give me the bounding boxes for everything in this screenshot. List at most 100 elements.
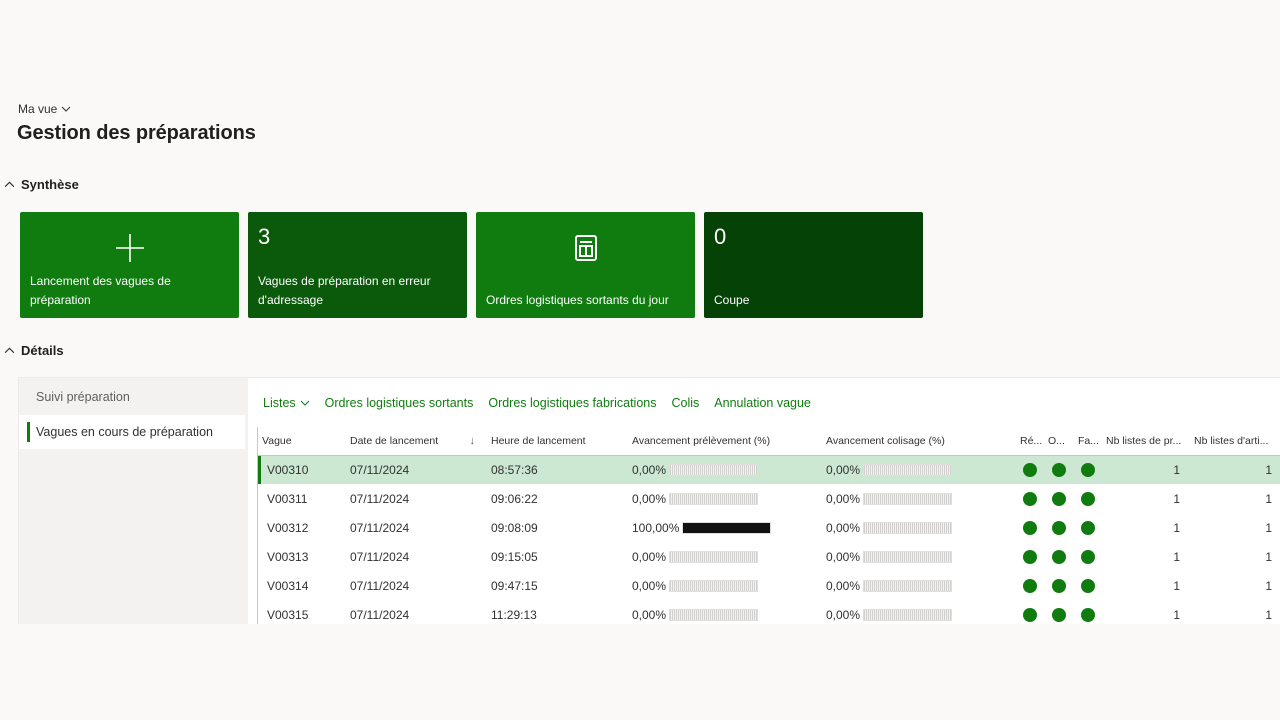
progress-text: 0,00% — [826, 491, 861, 506]
cell-vague[interactable]: V00311 — [258, 484, 346, 513]
column-header-nb-listes[interactable]: Nb listes de pr... — [1102, 427, 1190, 456]
nav-item-vagues-en-cours[interactable]: Vagues en cours de préparation — [19, 415, 245, 449]
page-title: Gestion des préparations — [17, 122, 256, 144]
progress-text: 0,00% — [632, 491, 667, 506]
action-label: Listes — [263, 396, 296, 410]
cell-date: 07/11/2024 — [350, 549, 410, 564]
column-header-heure[interactable]: Heure de lancement — [487, 427, 628, 456]
column-header-nb-articles[interactable]: Nb listes d'arti... — [1190, 427, 1280, 456]
table-row[interactable]: V00313 07/11/2024 09:15:05 0,00% 0,00% 1 1 — [258, 542, 1280, 571]
nav-item-label: Suivi préparation — [36, 390, 130, 404]
cell-nb-listes: 1 — [1173, 520, 1180, 535]
annulation-vague-button[interactable]: Annulation vague — [714, 396, 811, 410]
section-title-synthese: Synthèse — [21, 177, 79, 192]
table-row[interactable]: V00314 07/11/2024 09:47:15 0,00% 0,00% 1 1 — [258, 571, 1280, 600]
column-header-o[interactable]: O... — [1044, 427, 1074, 456]
cell-vague[interactable]: V00310 — [258, 455, 346, 484]
section-title-details: Détails — [21, 343, 64, 358]
cell-prelevement: 0,00% — [628, 455, 822, 484]
cell-status-fa — [1074, 484, 1102, 513]
column-header-vague[interactable]: Vague — [258, 427, 346, 456]
column-header-fa[interactable]: Fa... — [1074, 427, 1102, 456]
status-dot-icon — [1052, 520, 1066, 535]
cell-nb-articles: 1 — [1265, 491, 1272, 506]
section-toggle-details[interactable]: Détails — [4, 343, 64, 358]
progress-text: 0,00% — [826, 520, 861, 535]
cell-status-re — [1016, 484, 1044, 513]
form-icon — [573, 234, 599, 267]
progress-text: 0,00% — [632, 578, 667, 593]
cell-date: 07/11/2024 — [350, 520, 410, 535]
cell-colisage: 0,00% — [822, 542, 1016, 571]
table-row[interactable]: V00310 07/11/2024 08:57:36 0,00% 0,00% 1 1 — [258, 455, 1280, 484]
view-selector[interactable]: Ma vue — [18, 102, 71, 116]
progress-bar — [669, 579, 759, 592]
chevron-up-icon — [4, 181, 15, 188]
status-dot-icon — [1081, 607, 1095, 622]
cell-prelevement: 0,00% — [628, 600, 822, 624]
cell-vague[interactable]: V00312 — [258, 513, 346, 542]
cell-date: 07/11/2024 — [350, 491, 410, 506]
cell-vague[interactable]: V00313 — [258, 542, 346, 571]
status-dot-icon — [1023, 520, 1037, 535]
column-header-prelevement[interactable]: Avancement prélèvement (%) — [628, 427, 822, 456]
cell-status-re — [1016, 571, 1044, 600]
progress-text: 100,00% — [632, 520, 680, 535]
column-header-date[interactable]: Date de lancement ↓ — [346, 427, 487, 456]
colis-button[interactable]: Colis — [671, 396, 699, 410]
ordres-sortants-button[interactable]: Ordres logistiques sortants — [325, 396, 474, 410]
nav-item-label: Vagues en cours de préparation — [36, 425, 213, 439]
tile-coupe[interactable]: 0 Coupe — [704, 212, 923, 318]
cell-nb-articles: 1 — [1265, 578, 1272, 593]
cell-status-o — [1044, 513, 1074, 542]
progress-bar — [669, 550, 759, 563]
cell-prelevement: 0,00% — [628, 542, 822, 571]
progress-text: 0,00% — [826, 549, 861, 564]
page: Ma vue Gestion des préparations Synthèse… — [0, 0, 1280, 720]
status-dot-icon — [1052, 463, 1066, 478]
chevron-down-icon — [62, 106, 71, 112]
cell-nb-listes: 1 — [1173, 549, 1180, 564]
table-row[interactable]: V00311 07/11/2024 09:06:22 0,00% 0,00% 1 1 — [258, 484, 1280, 513]
column-label: Nb listes de pr... — [1106, 434, 1182, 447]
tile-lancement-vagues[interactable]: Lancement des vagues de préparation — [20, 212, 239, 318]
progress-bar — [669, 608, 759, 621]
cell-heure: 09:06:22 — [491, 491, 538, 506]
cell-colisage: 0,00% — [822, 571, 1016, 600]
progress-bar — [863, 550, 953, 563]
tile-ordres-sortants-jour[interactable]: Ordres logistiques sortants du jour — [476, 212, 695, 318]
cell-status-o — [1044, 542, 1074, 571]
cell-status-fa — [1074, 600, 1102, 624]
listes-menu-button[interactable]: Listes — [263, 396, 310, 410]
status-dot-icon — [1081, 549, 1095, 564]
column-header-colisage[interactable]: Avancement colisage (%) — [822, 427, 1016, 456]
cell-date: 07/11/2024 — [350, 607, 410, 622]
waves-table: Vague Date de lancement ↓ Heure de lancem… — [258, 427, 1280, 624]
view-label: Ma vue — [18, 102, 58, 116]
column-header-re[interactable]: Ré... — [1016, 427, 1044, 456]
tile-vagues-erreur-adressage[interactable]: 3 Vagues de préparation en erreur d'adre… — [248, 212, 467, 318]
section-toggle-synthese[interactable]: Synthèse — [4, 177, 79, 192]
status-dot-icon — [1081, 491, 1095, 506]
column-label: Avancement prélèvement (%) — [632, 434, 771, 447]
ordres-fabrications-button[interactable]: Ordres logistiques fabrications — [488, 396, 656, 410]
action-bar: Listes Ordres logistiques sortants Ordre… — [263, 396, 811, 410]
cell-vague[interactable]: V00315 — [258, 600, 346, 624]
status-dot-icon — [1052, 607, 1066, 622]
nav-item-suivi-preparation[interactable]: Suivi préparation — [19, 380, 245, 414]
table-row[interactable]: V00315 07/11/2024 11:29:13 0,00% 0,00% 1 1 — [258, 600, 1280, 624]
cell-status-fa — [1074, 513, 1102, 542]
cell-heure: 11:29:13 — [491, 607, 537, 622]
tile-label: Coupe — [714, 293, 750, 307]
cell-date: 07/11/2024 — [350, 578, 410, 593]
progress-bar — [669, 463, 759, 476]
cell-colisage: 0,00% — [822, 513, 1016, 542]
progress-text: 0,00% — [632, 549, 667, 564]
status-dot-icon — [1081, 578, 1095, 593]
status-dot-icon — [1023, 491, 1037, 506]
cell-vague[interactable]: V00314 — [258, 571, 346, 600]
progress-text: 0,00% — [826, 578, 861, 593]
cell-status-o — [1044, 571, 1074, 600]
sort-descending-icon: ↓ — [469, 434, 476, 447]
table-row[interactable]: V00312 07/11/2024 09:08:09 100,00% 0,00% 1 1 — [258, 513, 1280, 542]
